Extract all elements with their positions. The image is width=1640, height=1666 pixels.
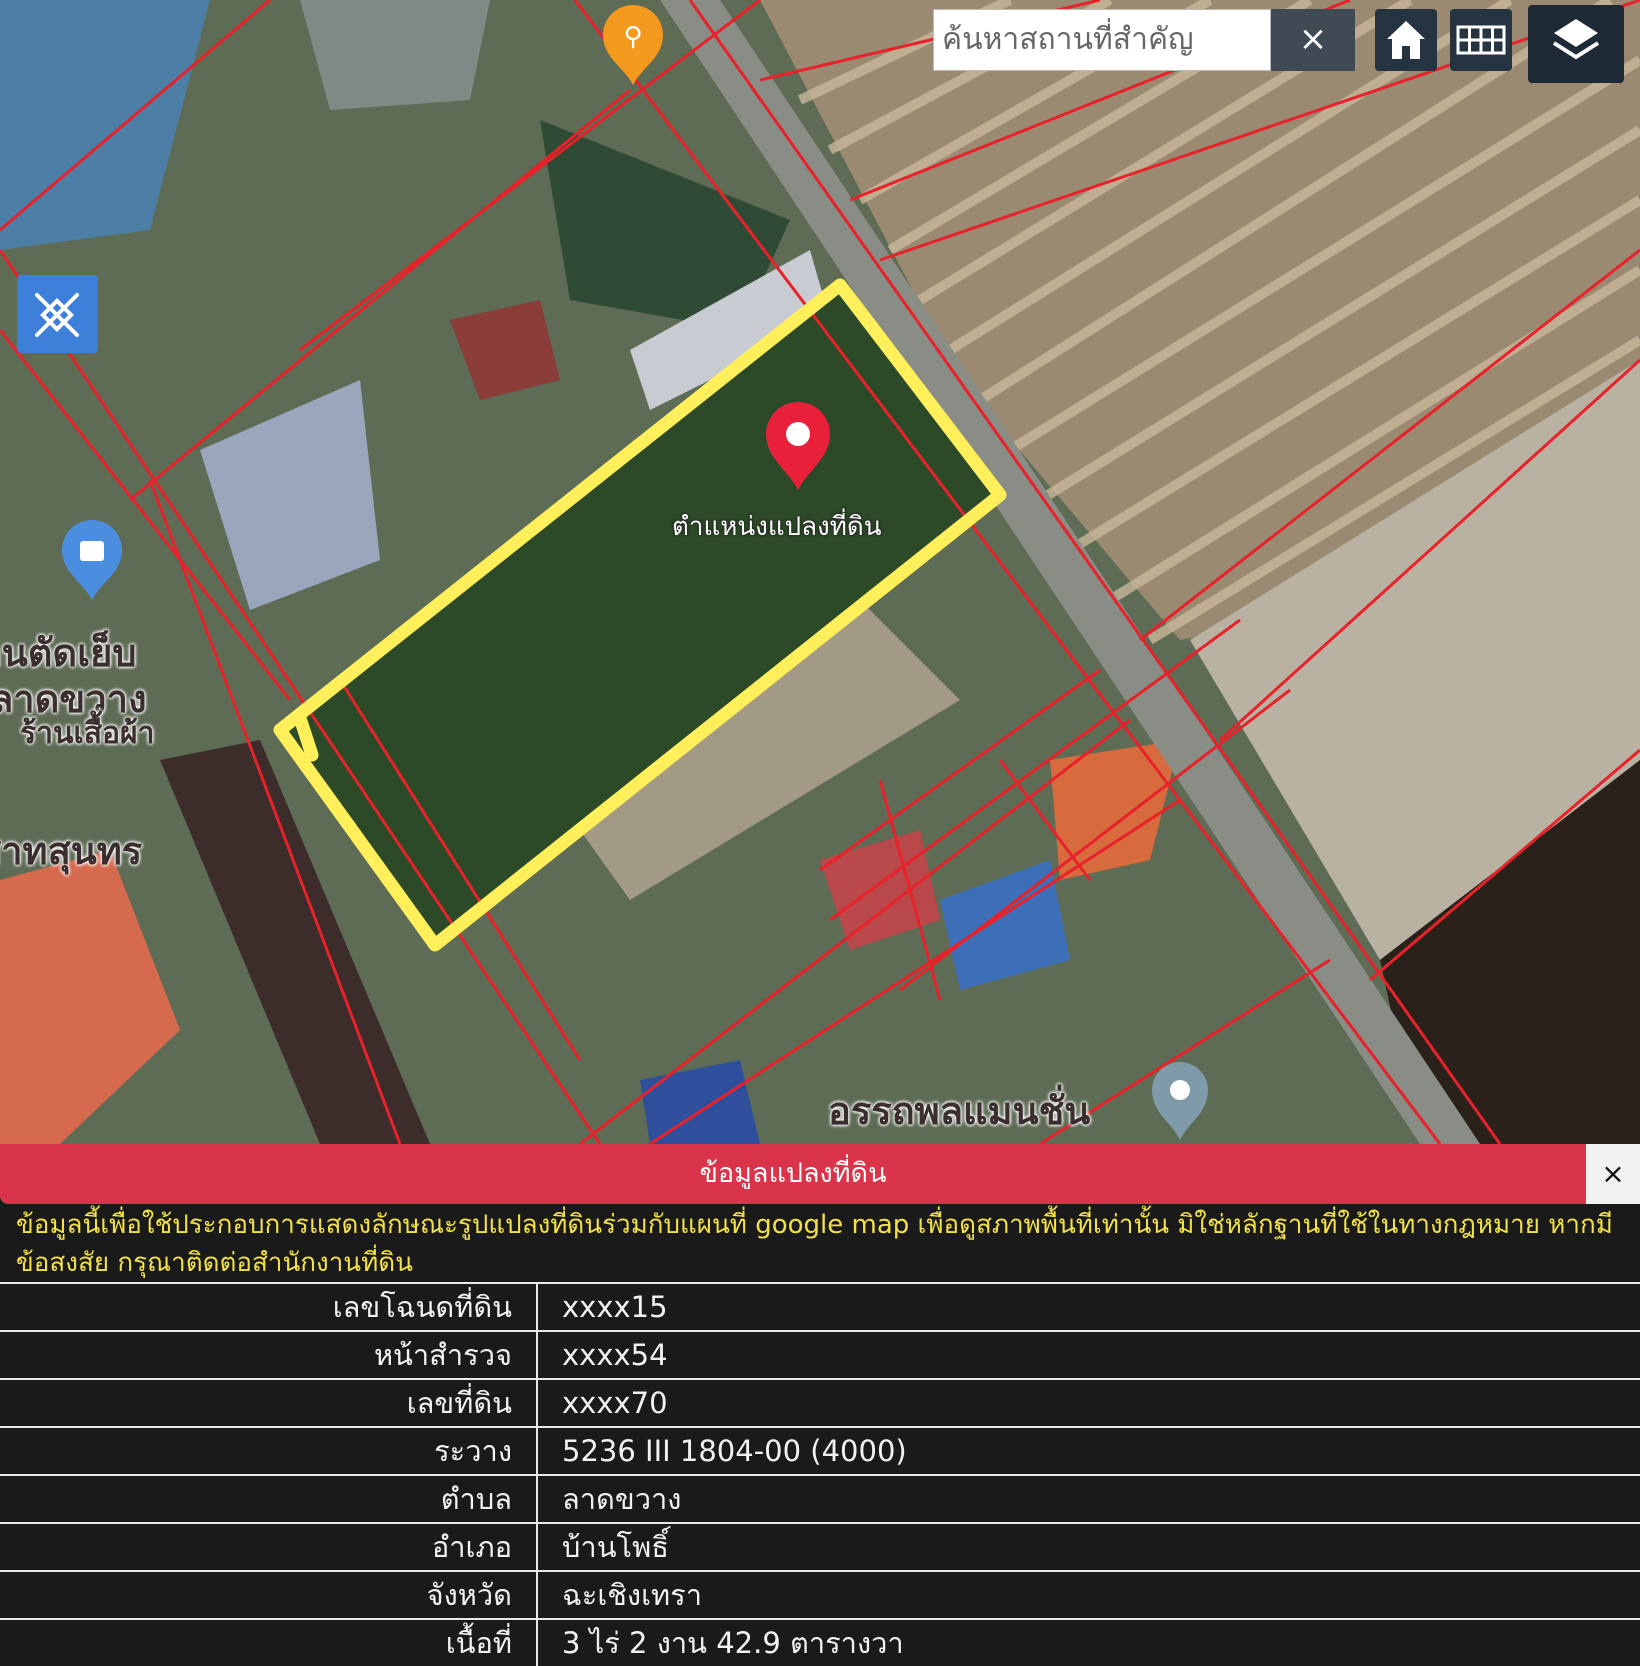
measure-tool-button[interactable] [17,275,98,353]
row-value: xxxx15 [537,1282,1640,1331]
table-row: ตำบล ลาดขวาง [0,1474,1640,1523]
layers-icon [1552,19,1600,60]
table-row: เลขโฉนดที่ดิน xxxx15 [0,1282,1640,1331]
panel-title: ข้อมูลแปลงที่ดิน [0,1144,1586,1204]
home-icon [1387,21,1425,59]
row-value: ฉะเชิงเทรา [537,1570,1640,1619]
map-label-shop-3[interactable]: ร้านเสื้อผ้า [20,710,154,757]
panel-close-button[interactable]: × [1586,1144,1640,1204]
table-row: อำเภอ บ้านโพธิ์ [0,1522,1640,1571]
row-label: เลขโฉนดที่ดิน [0,1282,538,1331]
row-label: ตำบล [0,1474,538,1523]
satellite-map[interactable]: ⚲ ร้านตัดเย็บ ลาดขวาง ร้านเสื้อผ้า สาทสุ… [0,0,1640,1144]
table-row: เลขที่ดิน xxxx70 [0,1378,1640,1427]
table-row: ระวาง 5236 III 1804-00 (4000) [0,1426,1640,1475]
row-value: xxxx70 [537,1378,1640,1427]
search-clear-button[interactable]: × [1271,9,1355,71]
row-label: จังหวัด [0,1570,538,1619]
table-row: จังหวัด ฉะเชิงเทรา [0,1570,1640,1619]
row-label: หน้าสำรวจ [0,1330,538,1379]
map-imagery: ⚲ [0,0,1640,1144]
row-value: xxxx54 [537,1330,1640,1379]
row-label: เลขที่ดิน [0,1378,538,1427]
layers-button[interactable] [1528,5,1624,83]
row-label: อำเภอ [0,1522,538,1571]
building-roof-grey [300,0,490,110]
grid-icon [1456,25,1506,55]
ruler-pencil-icon [35,293,79,337]
svg-text:⚲: ⚲ [623,22,642,52]
disclaimer-text: ข้อมูลนี้เพื่อใช้ประกอบการแสดงลักษณะรูปแ… [16,1210,1613,1278]
search-placeholder: ค้นหาสถานที่สำคัญ [942,22,1194,57]
land-info-table: เลขโฉนดที่ดิน xxxx15 หน้าสำรวจ xxxx54 เล… [0,1282,1640,1666]
map-label-parcel: ตำแหน่งแปลงที่ดิน [672,512,882,542]
map-label-place[interactable]: สาทสุนทร [0,820,142,881]
row-value: ลาดขวาง [537,1474,1640,1523]
row-label: ระวาง [0,1426,538,1475]
table-row: หน้าสำรวจ xxxx54 [0,1330,1640,1379]
search-input[interactable]: ค้นหาสถานที่สำคัญ [933,9,1271,71]
home-button[interactable] [1375,9,1437,71]
row-value: บ้านโพธิ์ [537,1522,1640,1571]
grid-button[interactable] [1450,9,1512,71]
map-label-mansion[interactable]: อรรถพลแมนชั่น [828,1080,1090,1141]
row-value: 5236 III 1804-00 (4000) [537,1426,1640,1475]
